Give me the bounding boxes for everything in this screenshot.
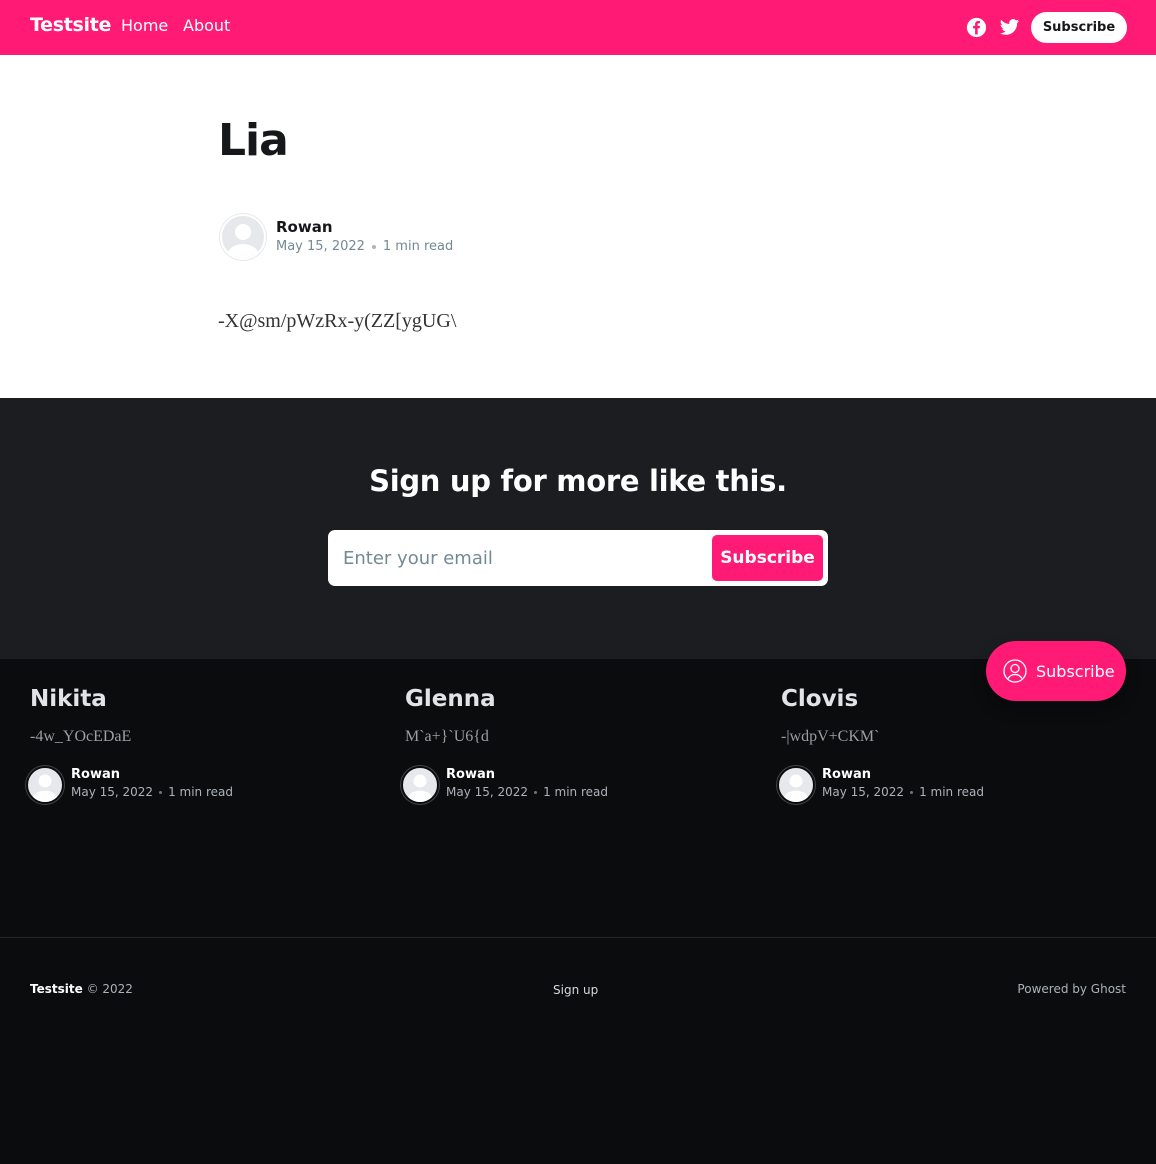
signup-cta: Sign up for more like this. Subscribe: [0, 398, 1156, 659]
card-excerpt: M`a+}`U6{d: [405, 728, 489, 745]
email-input[interactable]: [343, 530, 703, 586]
facebook-icon[interactable]: [966, 17, 987, 38]
meta-separator: [910, 790, 914, 794]
related-posts: Nikita -4w_YOcEDaE Rowan May 15, 2022 1 …: [0, 659, 1156, 937]
card-author-name[interactable]: Rowan: [71, 767, 120, 782]
twitter-icon[interactable]: [999, 17, 1020, 38]
card-author-avatar[interactable]: [26, 766, 64, 804]
card-reading-time: 1 min read: [168, 785, 233, 799]
post-title: Lia: [218, 115, 289, 166]
header-subscribe-button[interactable]: Subscribe: [1031, 12, 1127, 43]
user-silhouette-icon: [783, 774, 809, 802]
card-author-avatar[interactable]: [777, 766, 815, 804]
card-author-name[interactable]: Rowan: [822, 767, 871, 782]
card-meta: May 15, 2022 1 min read: [822, 785, 984, 799]
card-date: May 15, 2022: [71, 785, 154, 799]
post-reading-time: 1 min read: [382, 239, 454, 254]
signup-form: Subscribe: [328, 530, 828, 586]
meta-separator: [159, 790, 163, 794]
article: Lia Rowan May 15, 2022 1 min read -X@sm/…: [0, 55, 1156, 398]
footer-copyright: Testsite © 2022: [30, 982, 133, 996]
card-author-avatar[interactable]: [401, 766, 439, 804]
card-meta: May 15, 2022 1 min read: [71, 785, 233, 799]
card-date: May 15, 2022: [446, 785, 529, 799]
card-reading-time: 1 min read: [543, 785, 608, 799]
user-circle-icon: [1003, 659, 1027, 683]
nav-home[interactable]: Home: [121, 16, 168, 35]
post-content: -X@sm/pWzRx-y(ZZ[ygUG\: [218, 310, 457, 332]
user-silhouette-icon: [32, 774, 58, 802]
card-excerpt: -|wdpV+CKM`: [781, 728, 880, 745]
card-date: May 15, 2022: [822, 785, 905, 799]
card-title[interactable]: Glenna: [405, 686, 496, 712]
portal-label: Subscribe: [1036, 661, 1115, 681]
user-silhouette-icon: [407, 774, 433, 802]
site-header: Testsite Home About Subscribe: [0, 0, 1156, 55]
cta-title: Sign up for more like this.: [369, 464, 787, 498]
nav-about[interactable]: About: [183, 16, 230, 35]
footer-signup-link[interactable]: Sign up: [553, 983, 598, 997]
user-silhouette-icon: [227, 224, 259, 258]
post-date: May 15, 2022: [276, 239, 365, 254]
post-card[interactable]: Glenna M`a+}`U6{d Rowan May 15, 2022 1 m…: [401, 659, 765, 859]
meta-separator: [371, 244, 376, 249]
copyright-text: © 2022: [82, 982, 133, 996]
author-avatar[interactable]: [220, 214, 266, 260]
powered-by-ghost-link[interactable]: Powered by Ghost: [1017, 982, 1126, 996]
card-reading-time: 1 min read: [919, 785, 984, 799]
card-title[interactable]: Nikita: [30, 686, 107, 712]
portal-subscribe-button[interactable]: Subscribe: [986, 641, 1126, 701]
post-meta: May 15, 2022 1 min read: [276, 239, 453, 254]
post-card[interactable]: Nikita -4w_YOcEDaE Rowan May 15, 2022 1 …: [26, 659, 390, 859]
card-excerpt: -4w_YOcEDaE: [30, 728, 132, 745]
post-author-name[interactable]: Rowan: [276, 218, 333, 236]
site-logo[interactable]: Testsite: [30, 14, 111, 36]
card-author-name[interactable]: Rowan: [446, 767, 495, 782]
footer-brand-link[interactable]: Testsite: [30, 982, 83, 996]
meta-separator: [534, 790, 538, 794]
footer-divider: [0, 937, 1156, 938]
card-title[interactable]: Clovis: [781, 686, 858, 712]
cta-subscribe-button[interactable]: Subscribe: [712, 535, 823, 581]
card-meta: May 15, 2022 1 min read: [446, 785, 608, 799]
